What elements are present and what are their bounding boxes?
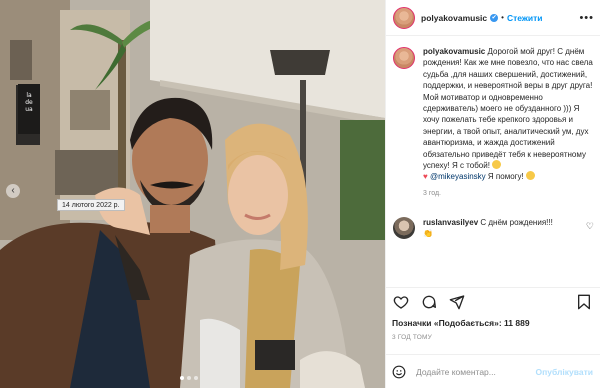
share-button[interactable]	[448, 293, 466, 311]
bookmark-icon	[578, 294, 590, 309]
caption-avatar[interactable]	[393, 47, 415, 69]
clap-emoji-icon: 👏	[423, 228, 433, 238]
save-button[interactable]	[575, 293, 593, 311]
caption-username[interactable]: polyakovamusic	[423, 47, 485, 56]
comment-text: С днём рождения!!!	[480, 217, 553, 227]
previous-slide-button[interactable]: ‹	[6, 184, 20, 198]
slide-dot	[194, 376, 198, 380]
chevron-left-icon: ‹	[11, 185, 15, 196]
caption-time-ago[interactable]: 3 год.	[423, 190, 594, 197]
smile-emoji-icon	[492, 160, 502, 170]
heart-emoji-icon: ♥	[423, 172, 428, 182]
slide-indicator	[180, 376, 198, 380]
author-username[interactable]: polyakovamusic	[421, 13, 487, 23]
comment-composer: Додайте коментар... Опублікувати	[385, 354, 600, 388]
follow-button[interactable]: Стежити	[507, 13, 543, 23]
photo-illustration	[0, 0, 385, 388]
post-photo[interactable]: la de ua ‹	[0, 0, 385, 388]
slide-dot	[180, 376, 184, 380]
comment-button[interactable]	[420, 293, 438, 311]
author-avatar[interactable]	[393, 6, 415, 29]
comment-item: ruslanvasilyev С днём рождения!!! 👏 ♡	[393, 216, 594, 239]
slide-dot	[187, 376, 191, 380]
publish-button[interactable]: Опублікувати	[536, 367, 593, 377]
caption: polyakovamusic Дорогой мой друг! С днём …	[393, 46, 594, 183]
separator-dot: •	[501, 13, 504, 22]
likes-count[interactable]: Позначки «Подобається»: 11 889	[392, 318, 530, 328]
date-tooltip: 14 лютого 2022 р.	[57, 199, 125, 211]
caption-text: Дорогой мой друг! С днём рождения! Как ж…	[423, 47, 593, 171]
post-sidebar: polyakovamusic ✔ • Стежити ••• polyakova…	[385, 0, 600, 388]
commenter-username[interactable]: ruslanvasilyev	[423, 218, 478, 227]
share-icon	[449, 294, 465, 309]
caption-body: polyakovamusic Дорогой мой друг! С днём …	[423, 46, 594, 183]
action-bar	[385, 287, 600, 315]
comment-like-heart-icon[interactable]: ♡	[586, 221, 594, 232]
like-button[interactable]	[392, 293, 410, 311]
comment-body: ruslanvasilyev С днём рождения!!! 👏	[423, 217, 582, 239]
comment-icon	[422, 295, 436, 308]
mention-link[interactable]: @mikeyasinsky	[430, 172, 486, 181]
post-header: polyakovamusic ✔ • Стежити •••	[386, 0, 600, 36]
heart-icon	[393, 295, 409, 309]
comment-input[interactable]: Додайте коментар...	[416, 367, 536, 377]
verified-badge-icon: ✔	[490, 13, 499, 22]
caption-text-end: Я помогу!	[487, 172, 524, 182]
commenter-avatar[interactable]	[393, 216, 415, 239]
comments-section: polyakovamusic Дорогой мой друг! С днём …	[393, 46, 594, 239]
post-time[interactable]: 3 ГОД ТОМУ	[392, 334, 432, 341]
emoji-icon[interactable]	[392, 365, 406, 379]
more-options-icon[interactable]: •••	[579, 12, 594, 24]
smile-emoji-icon	[526, 171, 536, 181]
shop-sign-text: la de ua	[25, 92, 33, 113]
